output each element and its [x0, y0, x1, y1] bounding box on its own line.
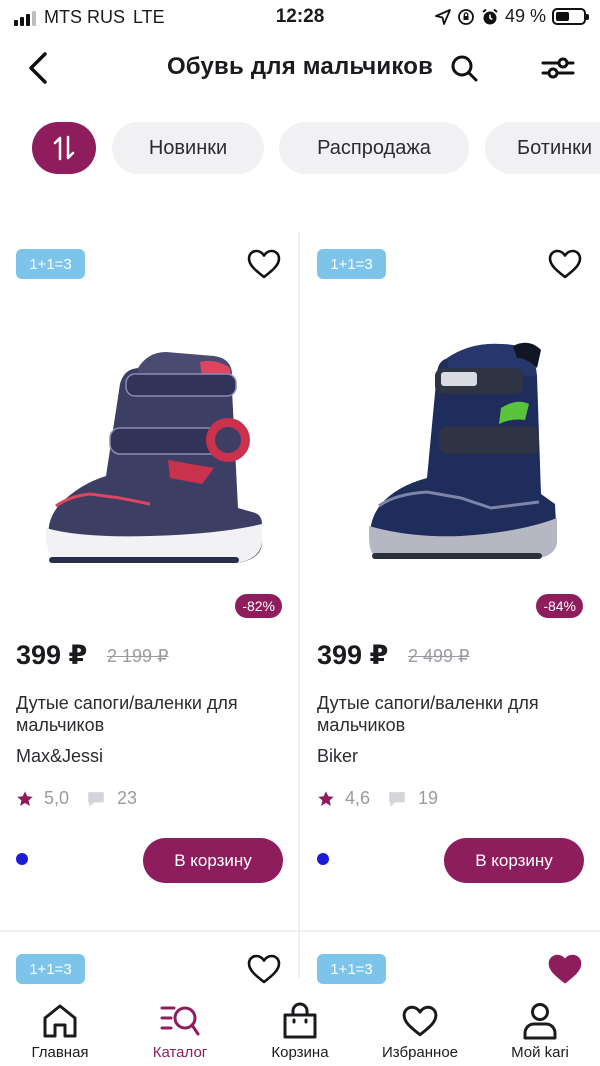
promo-badge: 1+1=3 — [16, 954, 85, 984]
product-rating: 5,0 — [44, 788, 70, 808]
filter-sliders-icon — [541, 57, 575, 79]
home-icon — [41, 1002, 79, 1040]
product-name[interactable]: Дутые сапоги/валенки для мальчиков — [16, 692, 276, 736]
nav-home-label: Главная — [31, 1044, 89, 1061]
chip-new[interactable]: Новинки — [112, 122, 264, 174]
bag-icon — [281, 1002, 319, 1040]
discount-badge: -84% — [536, 594, 583, 618]
color-swatch[interactable] — [16, 853, 28, 865]
grid-divider-vertical — [298, 232, 300, 978]
product-old-price: 2 499 ₽ — [408, 646, 470, 666]
location-arrow-icon — [435, 8, 451, 25]
heart-outline-icon — [247, 249, 281, 279]
product-brand: Biker — [317, 746, 359, 766]
product-price: 399 ₽ — [317, 640, 389, 670]
add-to-cart-button[interactable]: В корзину — [143, 838, 283, 883]
filter-chips: Новинки Распродажа Ботинки — [32, 122, 600, 174]
chip-boots[interactable]: Ботинки — [485, 122, 600, 174]
orientation-lock-icon — [458, 8, 474, 25]
comment-icon — [88, 791, 104, 806]
nav-home[interactable]: Главная — [0, 992, 120, 1066]
nav-profile-label: Мой kari — [511, 1044, 569, 1061]
product-brand: Max&Jessi — [16, 746, 104, 766]
search-button[interactable] — [442, 46, 486, 90]
battery-fill — [556, 12, 569, 21]
filter-button[interactable] — [536, 46, 580, 90]
product-price: 399 ₽ — [16, 640, 88, 670]
product-image — [46, 352, 263, 563]
promo-badge: 1+1=3 — [317, 249, 386, 279]
chip-sale[interactable]: Распродажа — [279, 122, 469, 174]
heart-filled-icon — [548, 954, 582, 984]
product-image — [369, 342, 557, 559]
user-icon — [522, 1002, 558, 1040]
battery-icon — [552, 8, 589, 25]
star-icon — [318, 790, 334, 806]
star-icon — [17, 790, 33, 806]
promo-badge: 1+1=3 — [317, 954, 386, 984]
product-meta: 5,0 23 — [16, 788, 137, 809]
nav-favorites[interactable]: Избранное — [360, 992, 480, 1066]
promo-badge: 1+1=3 — [16, 249, 85, 279]
color-swatch[interactable] — [317, 853, 329, 865]
heart-icon — [402, 1002, 438, 1040]
battery-percent: 49 % — [504, 6, 546, 26]
strap-bottom — [439, 426, 539, 454]
search-icon — [451, 55, 478, 82]
catalog-search-icon — [160, 1002, 200, 1040]
product-old-price: 2 199 ₽ — [107, 646, 169, 666]
status-bar: MTS RUS LTE 12:28 49 % — [0, 0, 600, 34]
app-header: Обувь для мальчиков — [0, 34, 600, 102]
product-rating: 4,6 — [345, 788, 371, 808]
favorite-button[interactable] — [246, 951, 282, 987]
product-card[interactable]: 1+1=3 -82% 399 ₽ 2 199 ₽ Дутые сапоги/ва… — [0, 232, 298, 930]
heart-outline-icon — [548, 249, 582, 279]
status-right: 49 % — [435, 6, 589, 27]
add-to-cart-button[interactable]: В корзину — [444, 838, 584, 883]
sort-arrows-icon — [53, 135, 75, 161]
product-meta: 4,6 19 — [317, 788, 438, 809]
nav-cart[interactable]: Корзина — [240, 992, 360, 1066]
brand-patch — [441, 372, 477, 386]
product-card-partial[interactable]: 1+1=3 — [301, 932, 599, 992]
alarm-icon — [482, 8, 498, 24]
favorite-button[interactable] — [547, 951, 583, 987]
heart-outline-icon — [247, 954, 281, 984]
product-card[interactable]: 1+1=3 -84% 399 ₽ 2 499 ₽ Дутые сапоги/ва… — [301, 232, 599, 930]
nav-favorites-label: Избранное — [381, 1044, 459, 1061]
favorite-button[interactable] — [246, 246, 282, 282]
nav-profile[interactable]: Мой kari — [480, 992, 600, 1066]
favorite-button[interactable] — [547, 246, 583, 282]
boot-emblem-inner — [215, 427, 241, 453]
nav-catalog[interactable]: Каталог — [120, 992, 240, 1066]
sort-button[interactable] — [32, 122, 96, 174]
product-reviews-count: 19 — [418, 788, 439, 808]
page-title: Обувь для мальчиков — [166, 53, 434, 80]
product-name[interactable]: Дутые сапоги/валенки для мальчиков — [317, 692, 577, 736]
nav-cart-label: Корзина — [271, 1044, 329, 1061]
comment-icon — [389, 791, 405, 806]
discount-badge: -82% — [235, 594, 282, 618]
product-reviews-count: 23 — [117, 788, 138, 808]
product-card-partial[interactable]: 1+1=3 — [0, 932, 298, 992]
bottom-nav: Главная Каталог Корзина Избранное Мой ka… — [0, 992, 600, 1066]
nav-catalog-label: Каталог — [152, 1044, 208, 1061]
strap-top — [125, 373, 237, 397]
